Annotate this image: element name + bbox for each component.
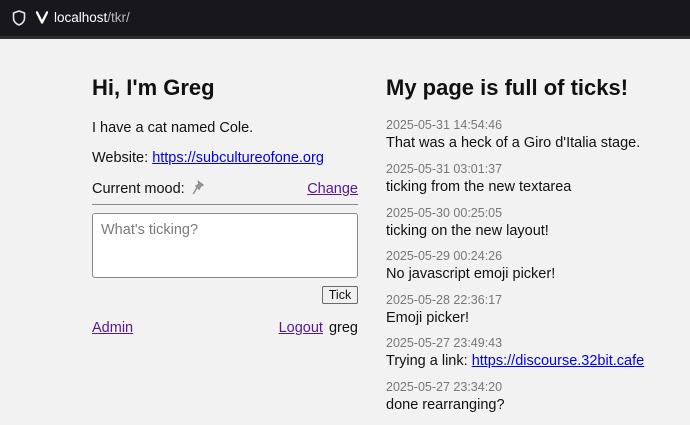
- mood-label: Current mood:: [92, 181, 185, 197]
- logout-group: Logout greg: [279, 319, 358, 337]
- url-path: /tkr/: [107, 10, 130, 25]
- website-link[interactable]: https://subcultureofone.org: [152, 150, 324, 166]
- mood-line: Current mood: Change: [92, 180, 358, 198]
- website-line: Website: https://subcultureofone.org: [92, 149, 324, 167]
- feed-title: My page is full of ticks!: [386, 75, 629, 100]
- tick-text: No javascript emoji picker!: [386, 266, 556, 282]
- site-v-icon: [36, 11, 48, 24]
- tick-item: 2025-05-27 23:49:43 Trying a link: https…: [386, 336, 644, 370]
- browser-toolbar: localhost/tkr/: [0, 0, 690, 36]
- tick-text: Trying a link:: [386, 353, 472, 369]
- tick-text: done rearranging?: [386, 397, 505, 413]
- tick-timestamp: 2025-05-27 23:49:43: [386, 336, 503, 350]
- tick-text: ticking from the new textarea: [386, 179, 572, 195]
- profile-column: Hi, I'm Greg I have a cat named Cole. We…: [92, 74, 358, 336]
- tick-timestamp: 2025-05-27 23:34:20: [386, 380, 503, 394]
- admin-link[interactable]: Admin: [92, 319, 133, 337]
- divider: [92, 204, 358, 205]
- shield-icon[interactable]: [12, 10, 26, 26]
- tick-timestamp: 2025-05-31 14:54:46: [386, 118, 503, 132]
- tick-text: Emoji picker!: [386, 310, 469, 326]
- tick-text-with-link: Trying a link: https://discourse.32bit.c…: [386, 352, 644, 370]
- tick-item: 2025-05-30 00:25:05 ticking on the new l…: [386, 206, 549, 240]
- tick-item: 2025-05-31 14:54:46 That was a heck of a…: [386, 118, 640, 152]
- tick-link[interactable]: https://discourse.32bit.cafe: [472, 353, 645, 369]
- logout-link[interactable]: Logout: [279, 320, 323, 336]
- url-host: localhost: [54, 10, 108, 25]
- tick-text: That was a heck of a Giro d'Italia stage…: [386, 135, 641, 151]
- profile-description: I have a cat named Cole.: [92, 120, 254, 136]
- change-mood-link[interactable]: Change: [307, 180, 358, 198]
- pushpin-icon: [192, 180, 204, 195]
- tick-button[interactable]: Tick: [322, 286, 358, 304]
- username: greg: [328, 320, 358, 336]
- toolbar-divider: [0, 36, 690, 39]
- tick-timestamp: 2025-05-29 00:24:26: [386, 249, 503, 263]
- tick-item: 2025-05-28 22:36:17 Emoji picker!: [386, 293, 502, 327]
- tick-text: ticking on the new layout!: [386, 223, 549, 239]
- tick-input[interactable]: [92, 213, 358, 278]
- address-bar[interactable]: localhost/tkr/: [54, 10, 130, 26]
- tick-feed: My page is full of ticks! 2025-05-31 14:…: [386, 74, 686, 413]
- profile-greeting: Hi, I'm Greg: [92, 75, 215, 100]
- tick-item: 2025-05-31 03:01:37 ticking from the new…: [386, 162, 571, 196]
- tick-timestamp: 2025-05-31 03:01:37: [386, 162, 503, 176]
- tick-timestamp: 2025-05-30 00:25:05: [386, 206, 503, 220]
- tick-item: 2025-05-29 00:24:26 No javascript emoji …: [386, 249, 555, 283]
- tick-item: 2025-05-27 23:34:20 done rearranging?: [386, 380, 505, 414]
- tick-timestamp: 2025-05-28 22:36:17: [386, 293, 503, 307]
- website-label: Website:: [92, 150, 149, 166]
